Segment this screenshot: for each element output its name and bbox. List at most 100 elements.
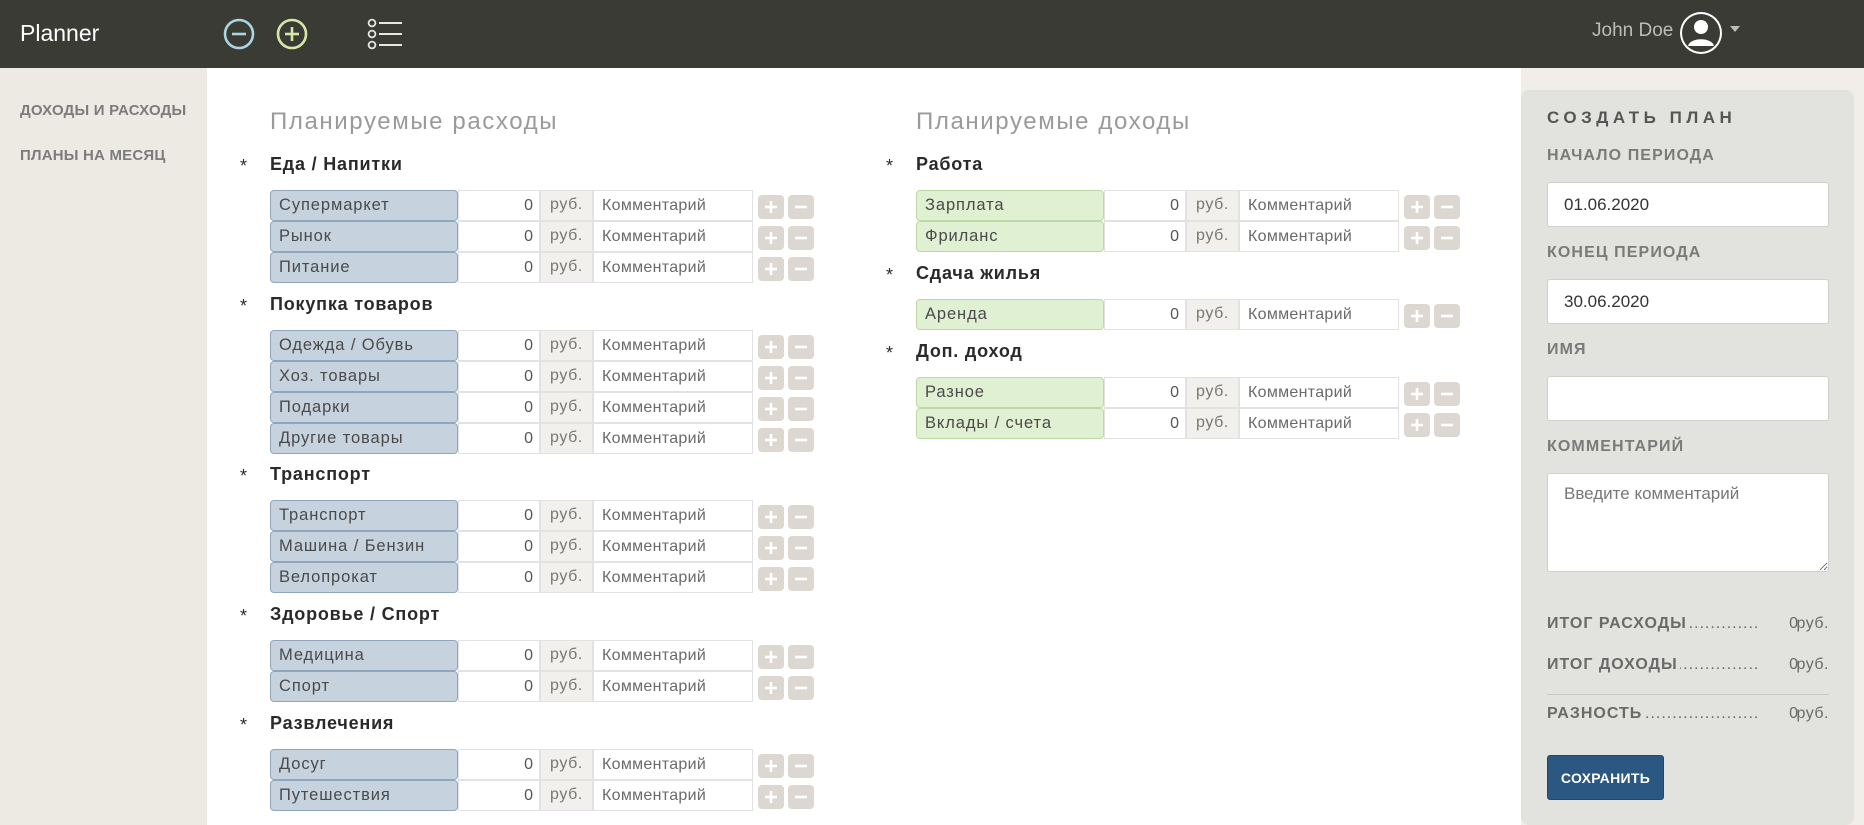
remove-row-button[interactable]	[788, 226, 814, 250]
remove-row-button[interactable]	[788, 536, 814, 560]
amount-input[interactable]: 0	[458, 252, 540, 283]
remove-row-button[interactable]	[788, 754, 814, 778]
sidebar-item-income-expenses[interactable]: ДОХОДЫ И РАСХОДЫ	[20, 102, 186, 119]
amount-input[interactable]: 0	[458, 780, 540, 811]
add-row-button[interactable]	[758, 428, 784, 452]
amount-input[interactable]: 0	[458, 640, 540, 671]
amount-input[interactable]: 0	[1104, 377, 1186, 408]
end-date-input[interactable]: 30.06.2020	[1547, 279, 1829, 324]
amount-input[interactable]: 0	[1104, 221, 1186, 252]
add-row-button[interactable]	[758, 366, 784, 390]
top-bar: Planner John Doe	[0, 0, 1864, 68]
remove-row-button[interactable]	[788, 335, 814, 359]
add-row-button[interactable]	[758, 645, 784, 669]
add-row-button[interactable]	[1404, 382, 1430, 406]
comment-input[interactable]: Комментарий	[593, 423, 753, 454]
comment-input[interactable]: Комментарий	[593, 749, 753, 780]
comment-input[interactable]: Комментарий	[1239, 408, 1399, 439]
add-row-button[interactable]	[1404, 304, 1430, 328]
comment-input[interactable]: Комментарий	[1239, 221, 1399, 252]
add-row-button[interactable]	[758, 785, 784, 809]
category-label: Разное	[916, 377, 1104, 408]
add-row-button[interactable]	[758, 676, 784, 700]
add-row-button[interactable]	[758, 226, 784, 250]
comment-textarea[interactable]	[1547, 473, 1829, 572]
amount-input[interactable]: 0	[1104, 190, 1186, 221]
remove-row-button[interactable]	[788, 785, 814, 809]
amount-input[interactable]: 0	[458, 749, 540, 780]
add-row-button[interactable]	[1404, 195, 1430, 219]
amount-input[interactable]: 0	[458, 671, 540, 702]
remove-row-button[interactable]	[788, 645, 814, 669]
chevron-down-icon[interactable]	[1730, 26, 1740, 32]
amount-input[interactable]: 0	[458, 423, 540, 454]
remove-row-button[interactable]	[1434, 413, 1460, 437]
app-title[interactable]: Planner	[20, 20, 99, 47]
minus-circle-icon[interactable]	[219, 14, 259, 54]
group-title: Еда / Напитки	[270, 154, 403, 174]
remove-row-button[interactable]	[788, 428, 814, 452]
add-row-button[interactable]	[1404, 413, 1430, 437]
user-name[interactable]: John Doe	[1592, 20, 1673, 42]
amount-input[interactable]: 0	[458, 221, 540, 252]
comment-input[interactable]: Комментарий	[1239, 299, 1399, 330]
remove-row-button[interactable]	[788, 366, 814, 390]
amount-input[interactable]: 0	[1104, 299, 1186, 330]
difference-label: РАЗНОСТЬ	[1547, 705, 1645, 723]
comment-input[interactable]: Комментарий	[1239, 377, 1399, 408]
comment-input[interactable]: Комментарий	[593, 330, 753, 361]
minus-icon	[795, 655, 807, 659]
amount-input[interactable]: 0	[458, 562, 540, 593]
amount-input[interactable]: 0	[1104, 408, 1186, 439]
amount-input[interactable]: 0	[458, 392, 540, 423]
comment-input[interactable]: Комментарий	[593, 671, 753, 702]
comment-input[interactable]: Комментарий	[593, 780, 753, 811]
amount-input[interactable]: 0	[458, 361, 540, 392]
category-label: Медицина	[270, 640, 458, 671]
add-row-button[interactable]	[758, 195, 784, 219]
add-row-button[interactable]	[758, 335, 784, 359]
name-input[interactable]	[1547, 376, 1829, 421]
add-row-button[interactable]	[1404, 226, 1430, 250]
avatar-icon[interactable]	[1680, 12, 1722, 54]
plus-circle-icon[interactable]	[272, 14, 312, 54]
remove-row-button[interactable]	[788, 676, 814, 700]
category-label: Досуг	[270, 749, 458, 780]
remove-row-button[interactable]	[788, 505, 814, 529]
currency-label: руб.	[540, 252, 593, 283]
list-icon[interactable]	[364, 14, 404, 54]
save-button[interactable]: СОХРАНИТЬ	[1547, 755, 1664, 800]
remove-row-button[interactable]	[788, 257, 814, 281]
amount-input[interactable]: 0	[458, 500, 540, 531]
comment-input[interactable]: Комментарий	[593, 562, 753, 593]
add-row-button[interactable]	[758, 536, 784, 560]
comment-input[interactable]: Комментарий	[593, 190, 753, 221]
amount-input[interactable]: 0	[458, 531, 540, 562]
comment-input[interactable]: Комментарий	[593, 392, 753, 423]
sidebar-item-monthly-plans[interactable]: ПЛАНЫ НА МЕСЯЦ	[20, 147, 166, 164]
comment-input[interactable]: Комментарий	[593, 500, 753, 531]
remove-row-button[interactable]	[1434, 304, 1460, 328]
comment-input[interactable]: Комментарий	[593, 221, 753, 252]
add-row-button[interactable]	[758, 505, 784, 529]
minus-icon	[795, 515, 807, 519]
add-row-button[interactable]	[758, 567, 784, 591]
comment-input[interactable]: Комментарий	[593, 640, 753, 671]
start-date-input[interactable]: 01.06.2020	[1547, 182, 1829, 227]
add-row-button[interactable]	[758, 754, 784, 778]
remove-row-button[interactable]	[788, 195, 814, 219]
amount-input[interactable]: 0	[458, 330, 540, 361]
comment-input[interactable]: Комментарий	[593, 361, 753, 392]
add-row-button[interactable]	[758, 257, 784, 281]
add-row-button[interactable]	[758, 397, 784, 421]
remove-row-button[interactable]	[788, 397, 814, 421]
comment-input[interactable]: Комментарий	[1239, 190, 1399, 221]
remove-row-button[interactable]	[1434, 382, 1460, 406]
amount-input[interactable]: 0	[458, 190, 540, 221]
comment-input[interactable]: Комментарий	[593, 252, 753, 283]
remove-row-button[interactable]	[1434, 226, 1460, 250]
comment-input[interactable]: Комментарий	[593, 531, 753, 562]
remove-row-button[interactable]	[788, 567, 814, 591]
category-label: Вклады / счета	[916, 408, 1104, 439]
remove-row-button[interactable]	[1434, 195, 1460, 219]
